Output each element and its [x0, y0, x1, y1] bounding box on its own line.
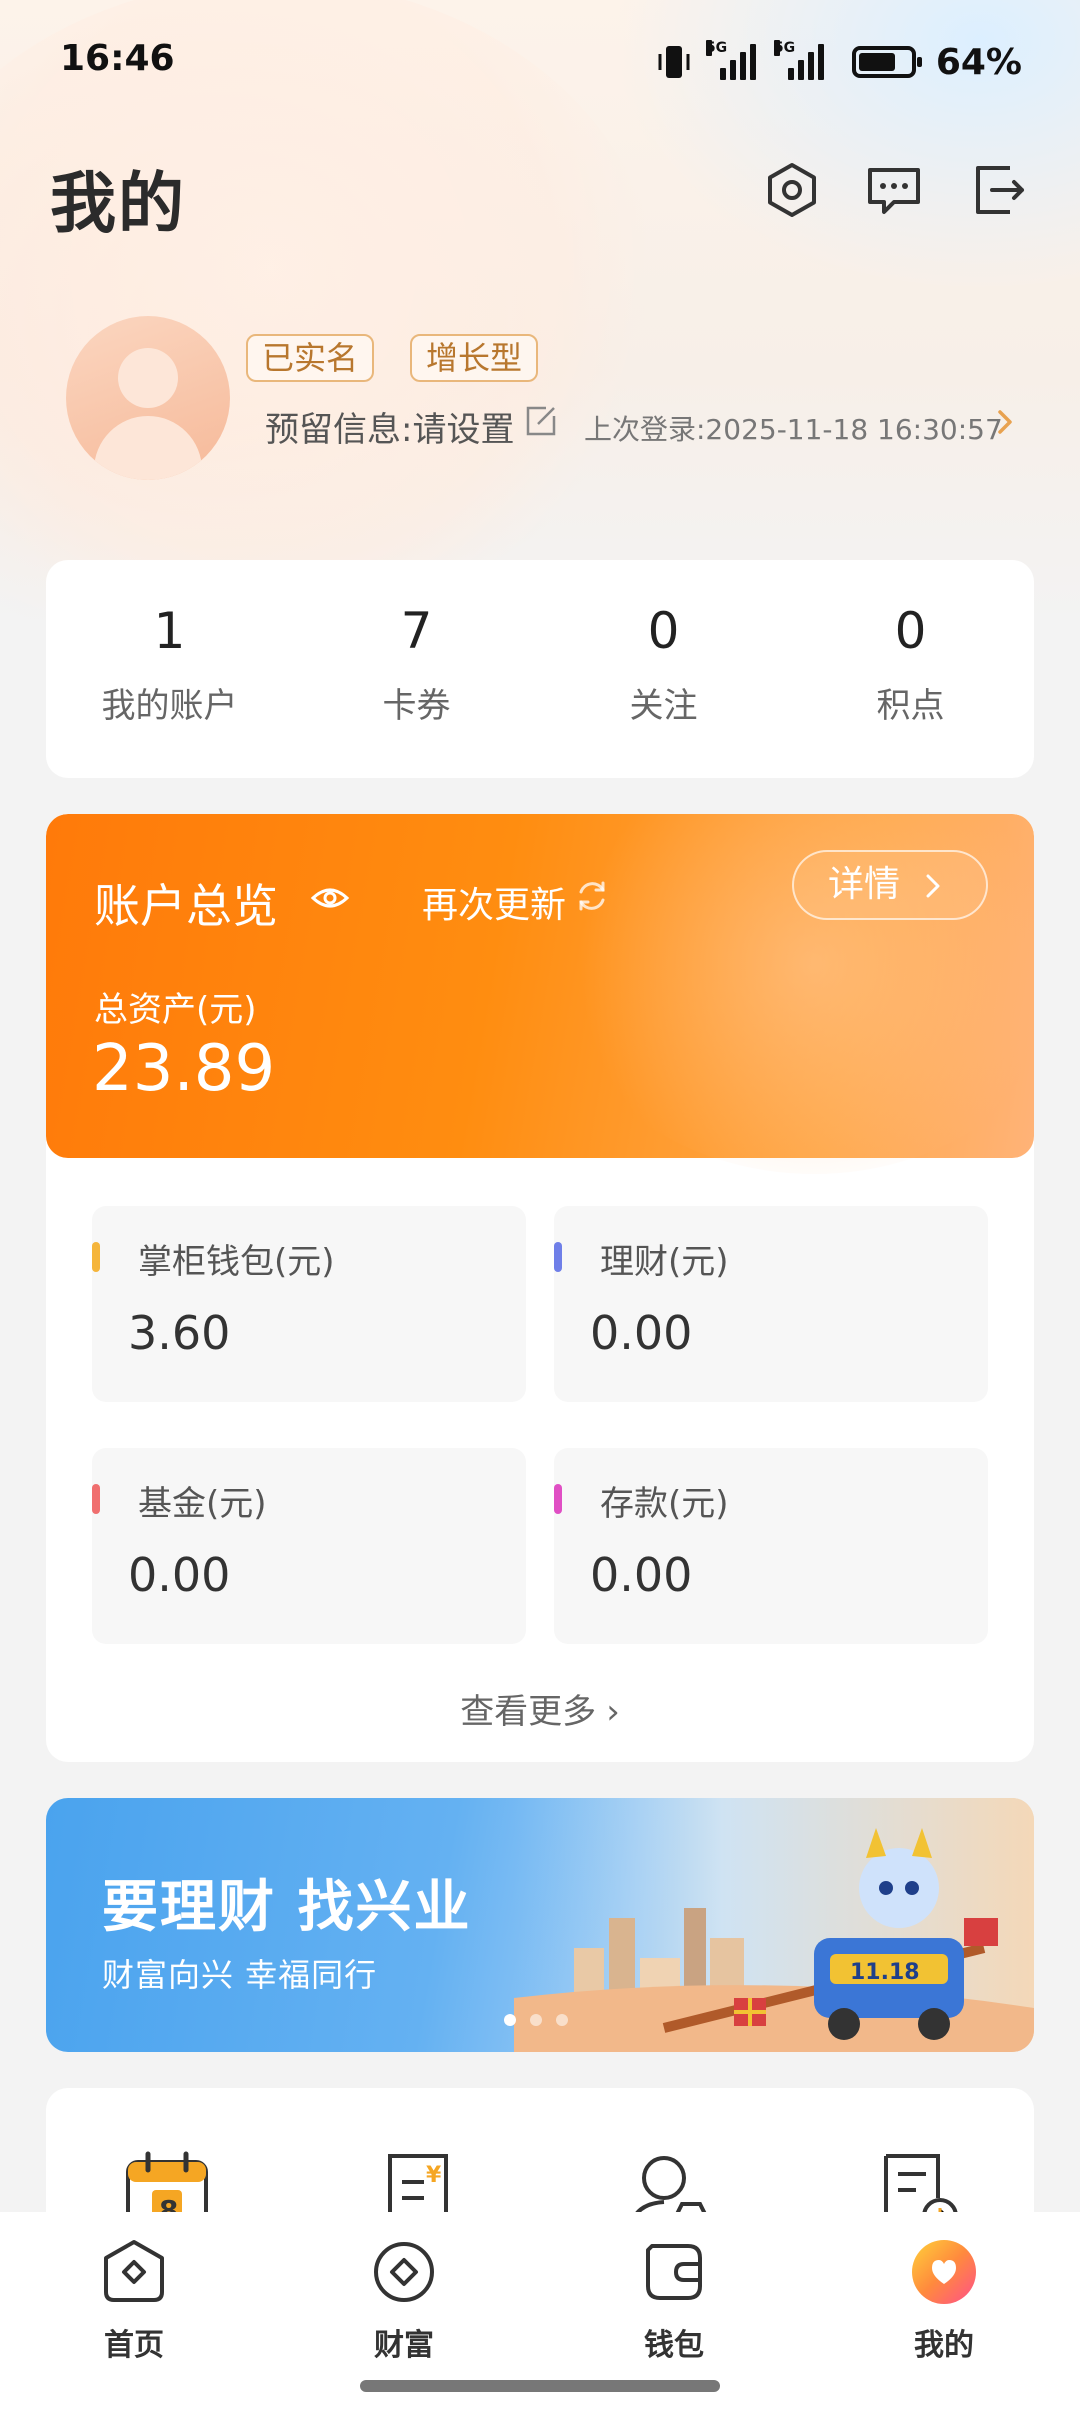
mine-page: 16:46 5G 5G 64% 我的 已实名 增长型 预留信息:请设置 上次登录… — [0, 0, 1080, 2412]
asset-color-bar — [92, 1242, 100, 1272]
tab-label: 首页 — [104, 2328, 164, 2363]
refresh-icon[interactable] — [574, 878, 610, 914]
svg-text:¥: ¥ — [426, 2163, 442, 2188]
stat-coupons[interactable]: 7 卡券 — [293, 560, 540, 778]
asset-color-bar — [92, 1484, 100, 1514]
asset-value: 0.00 — [590, 1548, 693, 1602]
stat-value: 0 — [894, 602, 927, 660]
account-overview-card: 账户总览 再次更新 详情 总资产(元) 23.89 掌柜钱包(元) 3.60 理… — [46, 814, 1034, 1762]
pagination-dot-active[interactable] — [504, 2014, 516, 2026]
asset-label: 理财(元) — [600, 1242, 729, 1282]
verified-badge: 已实名 — [246, 334, 375, 382]
home-icon — [104, 2240, 164, 2302]
overview-header: 账户总览 再次更新 详情 总资产(元) 23.89 — [46, 814, 1034, 1174]
asset-label: 掌柜钱包(元) — [138, 1242, 335, 1282]
stat-label: 关注 — [629, 686, 698, 726]
edit-icon[interactable] — [524, 404, 558, 438]
wealth-icon — [374, 2242, 434, 2302]
banner-title: 要理财 找兴业 — [102, 1875, 472, 1940]
asset-value: 0.00 — [128, 1548, 231, 1602]
pagination-dot[interactable] — [556, 2014, 568, 2026]
pagination-dot[interactable] — [530, 2014, 542, 2026]
asset-label: 存款(元) — [600, 1484, 729, 1524]
tab-wallet[interactable]: 钱包 — [604, 2236, 744, 2364]
home-indicator[interactable] — [360, 2380, 720, 2392]
asset-value: 3.60 — [128, 1306, 231, 1360]
stat-points[interactable]: 0 积点 — [787, 560, 1034, 778]
reserved-info[interactable]: 预留信息:请设置 — [265, 402, 514, 451]
status-time: 16:46 — [60, 38, 175, 79]
total-assets-label: 总资产(元) — [94, 990, 257, 1030]
see-more-link[interactable]: 查看更多 › — [46, 1684, 1034, 1733]
logout-icon[interactable] — [970, 160, 1030, 220]
signal-icon-2: 5G — [773, 40, 824, 80]
investor-type-badge: 增长型 — [410, 334, 539, 382]
tab-wealth[interactable]: 财富 — [334, 2236, 474, 2364]
status-bar: 16:46 5G 5G 64% — [0, 36, 1080, 88]
stat-label: 我的账户 — [101, 686, 238, 726]
banner-badge-text: 11.18 — [850, 1960, 920, 1985]
tab-label: 钱包 — [644, 2328, 704, 2363]
stat-value: 0 — [647, 602, 680, 660]
asset-cell-wallet[interactable]: 掌柜钱包(元) 3.60 — [92, 1206, 526, 1402]
chevron-right-icon[interactable] — [994, 406, 1018, 438]
asset-color-bar — [554, 1242, 562, 1272]
see-more-label: 查看更多 — [460, 1692, 597, 1732]
promo-banner[interactable]: 11.18 要理财 找兴业 财富向兴 幸福同行 — [46, 1798, 1034, 2052]
stat-label: 卡券 — [382, 686, 451, 726]
asset-cell-fund[interactable]: 基金(元) 0.00 — [92, 1448, 526, 1644]
refresh-button[interactable]: 再次更新 — [422, 876, 566, 928]
page-title: 我的 — [50, 165, 186, 242]
stat-value: 7 — [400, 602, 433, 660]
battery-icon — [851, 46, 922, 78]
chevron-right-icon: › — [606, 1692, 620, 1732]
message-icon[interactable] — [864, 160, 924, 220]
asset-value: 0.00 — [590, 1306, 693, 1360]
settings-icon[interactable] — [762, 160, 822, 220]
wallet-icon — [646, 2244, 702, 2300]
stat-my-accounts[interactable]: 1 我的账户 — [46, 560, 293, 778]
stat-following[interactable]: 0 关注 — [540, 560, 787, 778]
battery-percent: 64% — [935, 41, 1022, 83]
signal-icon: 5G — [705, 40, 756, 80]
asset-color-bar — [554, 1484, 562, 1514]
detail-button[interactable]: 详情 — [792, 850, 988, 920]
stat-label: 积点 — [876, 686, 945, 726]
detail-label: 详情 — [828, 864, 901, 905]
banner-pagination — [504, 2014, 568, 2026]
banner-subtitle: 财富向兴 幸福同行 — [102, 1956, 378, 1994]
chevron-right-icon — [926, 874, 940, 898]
avatar[interactable] — [66, 316, 230, 480]
stat-value: 1 — [153, 602, 186, 660]
tab-label: 财富 — [374, 2328, 434, 2363]
status-right: 5G 5G 64% — [654, 36, 1022, 88]
mine-icon — [912, 2240, 976, 2304]
asset-label: 基金(元) — [138, 1484, 267, 1524]
asset-cell-wealth[interactable]: 理财(元) 0.00 — [554, 1206, 988, 1402]
overview-title: 账户总览 — [94, 879, 278, 933]
eye-icon[interactable] — [310, 878, 350, 918]
tab-mine[interactable]: 我的 — [874, 2236, 1014, 2364]
stats-card: 1 我的账户 7 卡券 0 关注 0 积点 — [46, 560, 1034, 778]
tab-home[interactable]: 首页 — [64, 2236, 204, 2364]
last-login: 上次登录:2025-11-18 16:30:57 — [584, 413, 1003, 446]
vibrate-icon — [658, 46, 690, 78]
total-assets-value: 23.89 — [92, 1032, 276, 1106]
asset-cell-deposit[interactable]: 存款(元) 0.00 — [554, 1448, 988, 1644]
tab-label: 我的 — [914, 2328, 974, 2363]
banner-illustration: 11.18 — [514, 1798, 1034, 2052]
